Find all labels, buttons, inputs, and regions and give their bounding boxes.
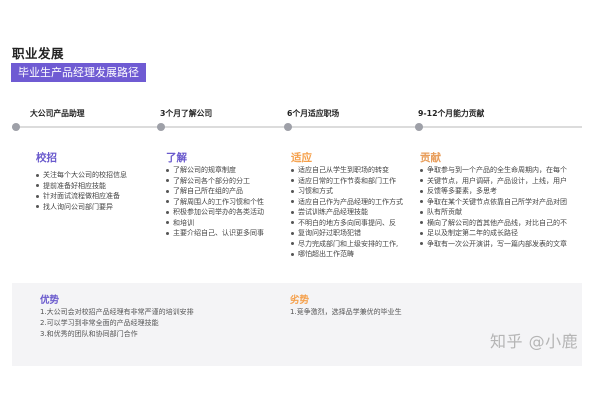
- stage-heading: 大公司产品助理: [30, 109, 85, 118]
- list-item: 争取参与到一个产品的全生命周期内，在每个: [420, 165, 567, 176]
- list-item: 关注每个大公司的校招信息: [36, 170, 127, 181]
- list-item: 适应自己从学生到职场的转变: [291, 165, 403, 176]
- stage-column-title: 了解: [166, 152, 187, 164]
- list-item: 哪怕超出工作范畴: [291, 249, 403, 260]
- list-item: 足以及制定第二年的成长路径: [420, 228, 567, 239]
- list-item: 复询问好过职场犯错: [291, 228, 403, 239]
- list-item: 适应日常的工作节奏和部门工作: [291, 176, 403, 187]
- list-item: 了解公司各个部分的分工: [166, 176, 264, 187]
- list-item: 了解公司的规章制度: [166, 165, 264, 176]
- stage-column-title: 适应: [291, 152, 312, 164]
- stage-heading: 9-12个月能力贡献: [418, 109, 485, 118]
- list-item: 争取在某个关键节点依靠自己所学对产品对团: [420, 197, 567, 208]
- stage-items-list: 适应自己从学生到职场的转变 适应日常的工作节奏和部门工作 习惯和方式 适应自己作…: [291, 165, 403, 260]
- timeline-dot: [415, 123, 423, 131]
- list-item: 和培训: [166, 218, 264, 229]
- timeline: [12, 123, 582, 131]
- list-item: 不明白的地方多向同事提问、反: [291, 218, 403, 229]
- stage-heading: 6个月适应职场: [287, 109, 340, 118]
- stage-items-list: 关注每个大公司的校招信息 提前准备好相应技能 针对面试流程做相应准备 找人询问公…: [36, 170, 127, 212]
- list-item: 积极参加公司举办的各类活动: [166, 207, 264, 218]
- advantages-title: 优势: [40, 295, 60, 306]
- list-item: 针对面试流程做相应准备: [36, 191, 127, 202]
- list-item: 横向了解公司的首其他产品线，对比自己的不: [420, 218, 567, 229]
- list-item: 主要介绍自己、认识更多同事: [166, 228, 264, 239]
- page-subtitle: 毕业生产品经理发展路径: [11, 63, 146, 82]
- stage-column-title: 校招: [36, 152, 57, 164]
- list-item: 争取有一次公开演讲，写一篇内部发表的文章: [420, 239, 567, 250]
- timeline-dot: [284, 123, 292, 131]
- watermark: 知乎 @小鹿: [490, 332, 579, 351]
- list-item: 了解周围人的工作习惯和个性: [166, 197, 264, 208]
- pros-cons-panel: 优势 1.大公司会对校招产品经理有非常严谨的培训安排 2.可以学习到非常全面的产…: [12, 283, 582, 366]
- stage-heading: 3个月了解公司: [160, 109, 213, 118]
- list-item: 2.可以学习到非常全面的产品经理技能: [40, 319, 159, 327]
- stage-items-list: 了解公司的规章制度 了解公司各个部分的分工 了解自己所在组的产品 了解周围人的工…: [166, 165, 264, 239]
- list-item: 习惯和方式: [291, 186, 403, 197]
- stage-column-title: 贡献: [420, 152, 441, 164]
- list-item: 了解自己所在组的产品: [166, 186, 264, 197]
- disadvantages-list: 1.竞争激烈，选择品学兼优的毕业生: [290, 307, 402, 318]
- list-item: 尝试训练产品经理技能: [291, 207, 403, 218]
- list-item: 关键节点，用户调研，产品设计，上线，用户: [420, 176, 567, 187]
- timeline-dot: [12, 123, 20, 131]
- page-title: 职业发展: [12, 46, 65, 61]
- list-item: 3.和优秀的团队和协同部门合作: [40, 330, 138, 338]
- list-item: 找人询问公司部门要异: [36, 202, 127, 213]
- list-item: 适应自己作为产品经理的工作方式: [291, 197, 403, 208]
- list-item: 1.竞争激烈，选择品学兼优的毕业生: [290, 308, 402, 316]
- list-item: 1.大公司会对校招产品经理有非常严谨的培训安排: [40, 308, 194, 316]
- list-item: 队有所贡献: [420, 207, 567, 218]
- timeline-dot: [157, 123, 165, 131]
- disadvantages-title: 劣势: [290, 295, 310, 306]
- list-item: 反馈等多要素，多思考: [420, 186, 567, 197]
- advantages-list: 1.大公司会对校招产品经理有非常严谨的培训安排 2.可以学习到非常全面的产品经理…: [40, 307, 194, 340]
- stage-items-list: 争取参与到一个产品的全生命周期内，在每个 关键节点，用户调研，产品设计，上线，用…: [420, 165, 567, 249]
- list-item: 提前准备好相应技能: [36, 181, 127, 192]
- list-item: 尽力完成部门和上级安排的工作,: [291, 239, 403, 250]
